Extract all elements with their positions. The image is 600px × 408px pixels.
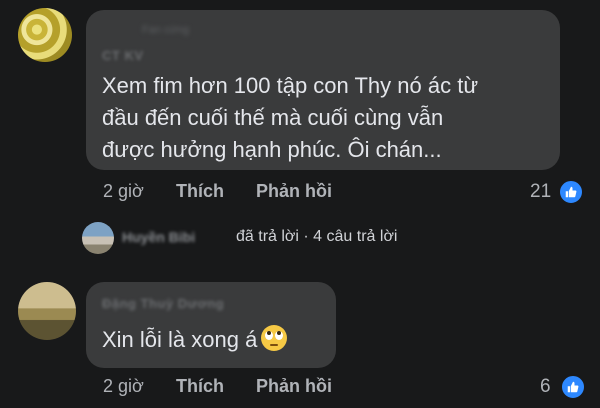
commenter-avatar[interactable] [18, 8, 72, 62]
comment-text: Xin lỗi là xong á [102, 324, 288, 356]
comment-actions: 2 giờ Thích Phản hồi 6 [0, 374, 600, 400]
comment-bubble: Fan cứng CT KV Xem fim hơn 100 tập con T… [86, 10, 560, 170]
replies-count-text: đã trả lời · 4 câu trả lời [236, 228, 398, 245]
comment-text: Xem fim hơn 100 tập con Thy nó ác từ đầu… [102, 73, 479, 162]
like-button[interactable]: Thích [176, 181, 224, 202]
author-badge: Fan cứng [142, 24, 190, 36]
comment-time[interactable]: 2 giờ [103, 376, 144, 397]
comment-author[interactable]: CT KV [102, 48, 144, 63]
reaction-count[interactable]: 6 [540, 376, 551, 398]
reply-button[interactable]: Phản hồi [256, 181, 332, 202]
comment-actions: 2 giờ Thích Phản hồi 21 [0, 179, 600, 205]
like-button[interactable]: Thích [176, 376, 224, 397]
like-icon[interactable] [560, 374, 586, 400]
comment-text-content: Xin lỗi là xong á [102, 327, 258, 352]
comment-bubble: Đặng Thuỳ Dương Xin lỗi là xong á [86, 282, 336, 368]
view-replies-link[interactable]: Huyền Bibi đã trả lời · 4 câu trả lời [0, 226, 600, 252]
comment-time[interactable]: 2 giờ [103, 181, 144, 202]
comment-author[interactable]: Đặng Thuỳ Dương [102, 296, 224, 311]
like-icon[interactable] [558, 179, 584, 205]
replier-name: Huyền Bibi [122, 229, 196, 245]
reply-button[interactable]: Phản hồi [256, 376, 332, 397]
reaction-count[interactable]: 21 [530, 181, 551, 203]
commenter-avatar[interactable] [18, 282, 76, 340]
rolling-eyes-emoji-icon [261, 325, 288, 351]
